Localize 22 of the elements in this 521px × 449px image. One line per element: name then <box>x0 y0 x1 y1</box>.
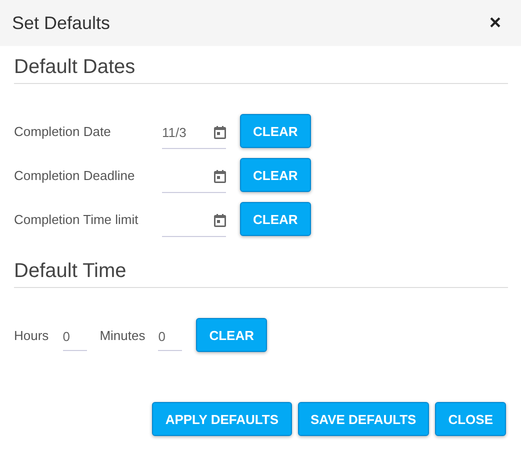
clear-button[interactable]: CLEAR <box>196 318 267 352</box>
dialog-title: Set Defaults <box>12 12 110 34</box>
field-label: Completion Date <box>14 124 112 138</box>
close-button[interactable]: × <box>489 12 501 34</box>
minutes-label: Minutes <box>100 328 146 342</box>
field-label: Completion Deadline <box>14 168 136 182</box>
calendar-icon[interactable] <box>214 126 226 139</box>
footer-button[interactable]: APPLY DEFAULTS <box>152 402 292 436</box>
section-title: Default Time <box>14 260 508 288</box>
minutes-field[interactable]: 0 <box>158 323 182 351</box>
footer-button[interactable]: SAVE DEFAULTS <box>298 402 430 436</box>
date-field[interactable]: 11/3 <box>162 117 226 149</box>
hours-field[interactable]: 0 <box>62 323 87 351</box>
footer-button[interactable]: CLOSE <box>435 402 506 436</box>
clear-button[interactable]: CLEAR <box>240 114 311 148</box>
clear-button[interactable]: CLEAR <box>240 158 311 192</box>
clear-button[interactable]: CLEAR <box>240 202 311 236</box>
calendar-icon[interactable] <box>214 170 226 183</box>
section-title: Default Dates <box>14 56 508 84</box>
hours-label: Hours <box>14 328 49 342</box>
calendar-icon[interactable] <box>214 214 226 227</box>
field-label: Completion Time limit <box>14 212 140 226</box>
